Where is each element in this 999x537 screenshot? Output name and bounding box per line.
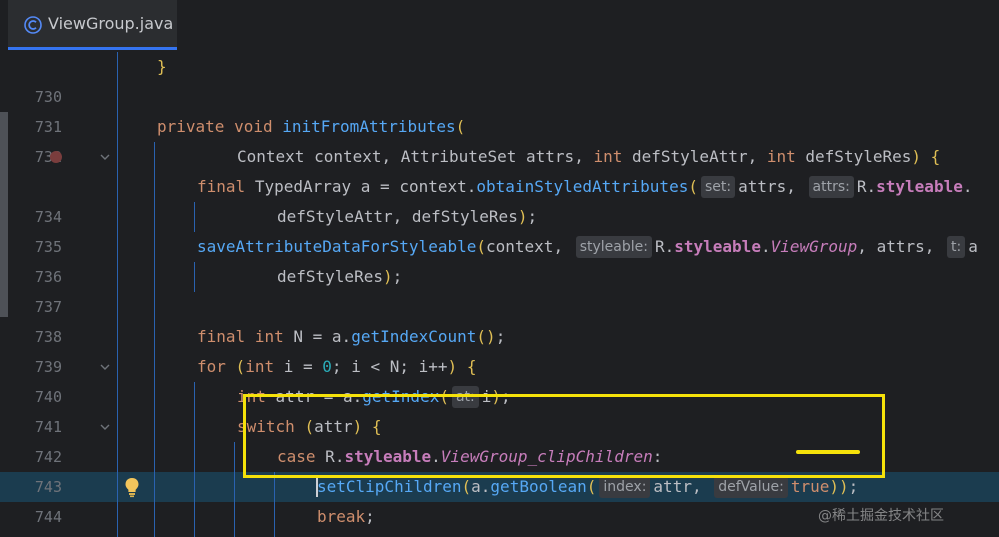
tab-viewgroup-java[interactable]: ViewGroup.java [8, 0, 177, 50]
param-hint-t: t: [947, 236, 966, 258]
line-code: Context context, AttributeSet attrs, int… [237, 147, 941, 166]
editor-tab-bar: ViewGroup.java [0, 0, 999, 53]
code-line[interactable]: Context context, AttributeSet attrs, int… [0, 142, 999, 172]
code-line[interactable]: 737 defStyleRes); [0, 262, 999, 316]
line-code: defStyleAttr, defStyleRes); [277, 207, 538, 226]
code-line[interactable]: 731 [0, 82, 999, 136]
line-code: } [157, 57, 167, 76]
lightbulb-icon[interactable] [123, 476, 141, 498]
tab-label: ViewGroup.java [48, 14, 174, 33]
param-hint-defvalue: defValue: [714, 476, 788, 498]
line-code: break; [317, 507, 375, 526]
breakpoint-icon[interactable] [50, 151, 62, 163]
param-hint-attrs: attrs: [808, 176, 854, 198]
text-caret [316, 477, 318, 497]
code-line[interactable]: 732 private void initFromAttributes( [0, 112, 999, 166]
code-line[interactable]: 734 final TypedArray a = context.obtainS… [0, 172, 999, 226]
annotation-highlight-box [243, 394, 885, 478]
code-line[interactable]: 736 saveAttributeDataForStyleable(contex… [0, 232, 999, 286]
line-code: final int N = a.getIndexCount(); [197, 327, 506, 346]
chevron-down-icon[interactable] [97, 359, 113, 375]
chevron-down-icon[interactable] [97, 419, 113, 435]
code-line[interactable]: 739 final int N = a.getIndexCount(); [0, 322, 999, 376]
param-hint-set: set: [700, 176, 736, 198]
annotation-underline [796, 450, 860, 454]
code-line[interactable]: 730 } [0, 52, 999, 106]
code-line[interactable]: 735 defStyleAttr, defStyleRes); [0, 202, 999, 256]
line-code: for (int i = 0; i < N; i++) { [197, 357, 477, 376]
code-line[interactable]: 740 for (int i = 0; i < N; i++) { [0, 352, 999, 406]
line-code: defStyleRes); [277, 267, 403, 286]
line-code: saveAttributeDataForStyleable(context, s… [197, 236, 978, 258]
param-hint-styleable: styleable: [575, 236, 652, 258]
watermark: @稀土掘金技术社区 [818, 508, 944, 524]
code-line[interactable]: 738 [0, 292, 999, 346]
line-code: private void initFromAttributes( [157, 117, 466, 136]
param-hint-index: index: [599, 476, 651, 498]
java-class-icon [24, 16, 42, 34]
line-number: 745 [0, 532, 62, 537]
chevron-down-icon[interactable] [97, 149, 113, 165]
line-code: final TypedArray a = context.obtainStyle… [197, 176, 973, 198]
